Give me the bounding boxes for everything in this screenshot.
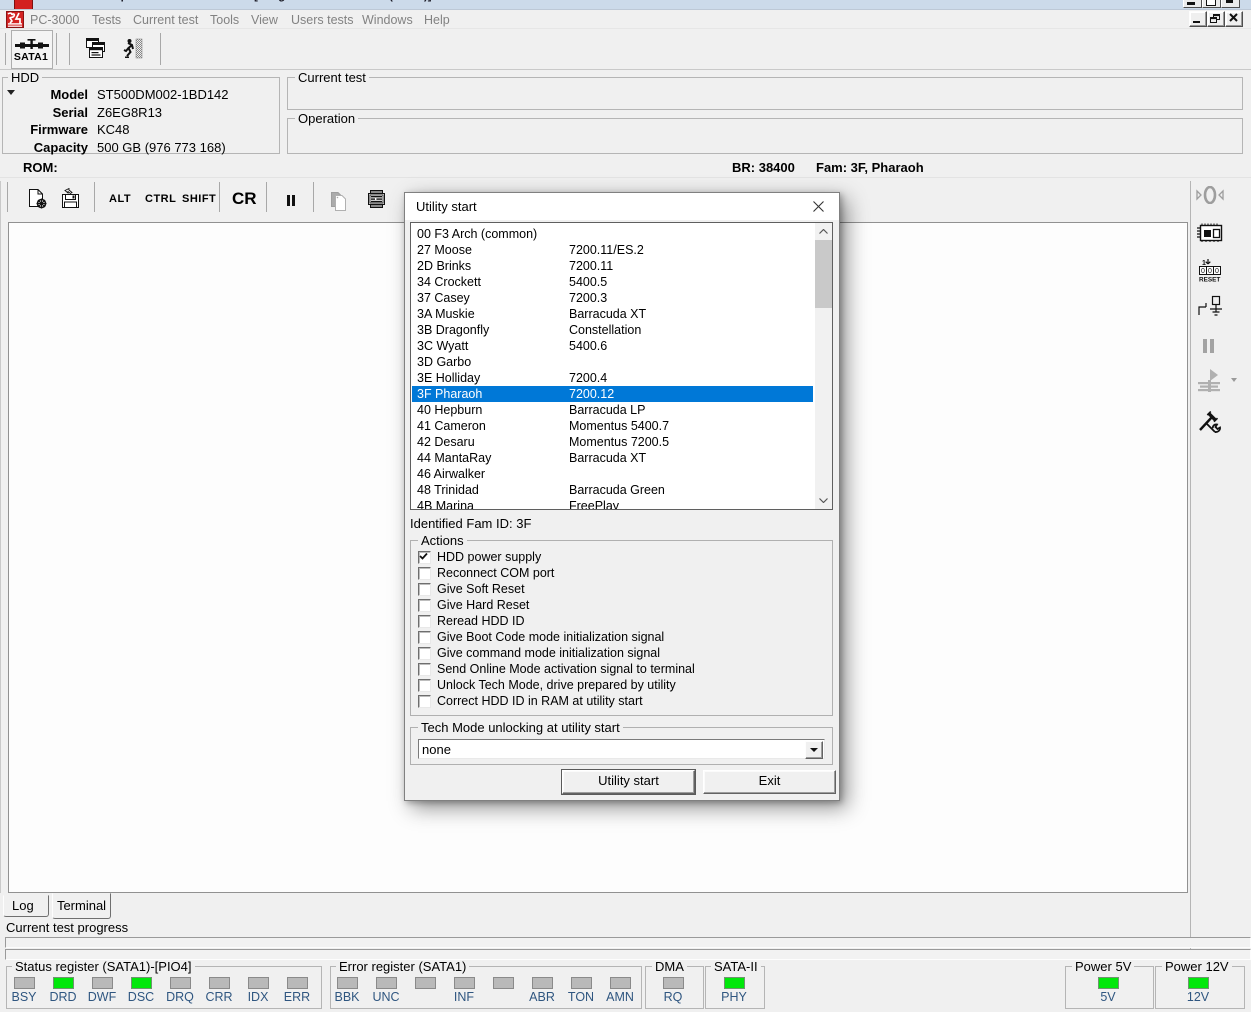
svg-text:1: 1 (1202, 260, 1206, 267)
svg-text:0: 0 (1208, 268, 1212, 275)
svg-text:0: 0 (1215, 268, 1219, 275)
svg-text:0: 0 (1201, 268, 1205, 275)
svg-text:RESET: RESET (1199, 277, 1220, 283)
